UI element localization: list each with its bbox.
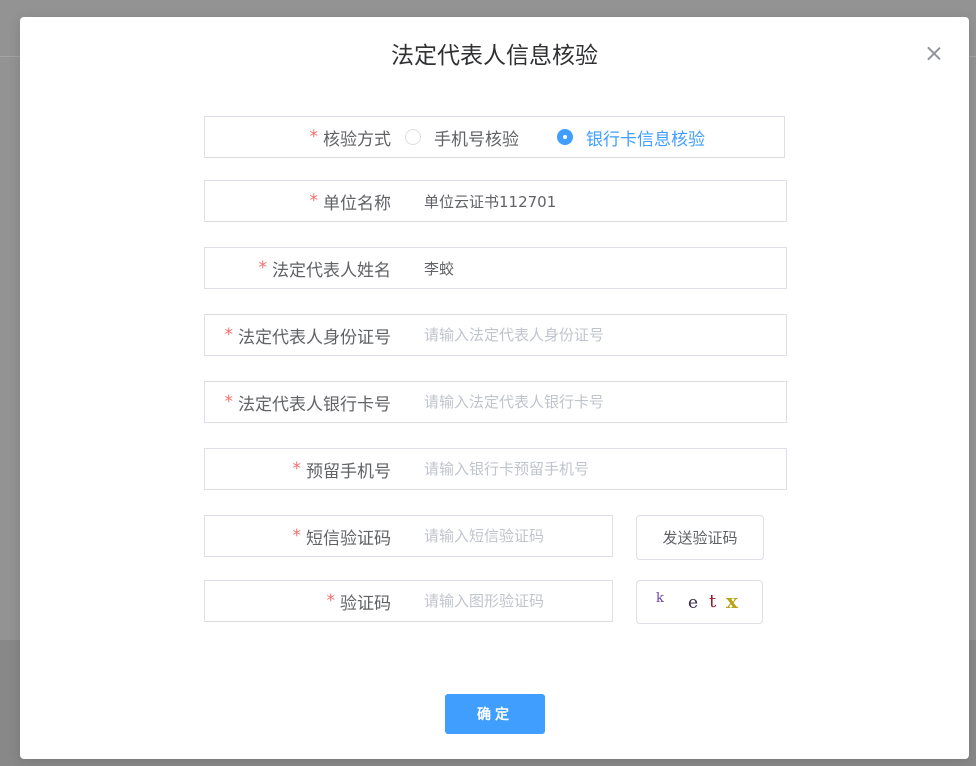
radio-phone-verify[interactable]: 手机号核验 (405, 125, 519, 150)
legal-rep-bank-card-input[interactable] (424, 382, 776, 422)
unit-name-row: * 单位名称 单位云证书112701 (204, 180, 787, 222)
dialog-title: 法定代表人信息核验 (391, 43, 598, 69)
legal-rep-name-label: * 法定代表人姓名 (259, 248, 392, 288)
captcha-input[interactable] (424, 581, 602, 621)
close-icon[interactable] (923, 43, 945, 65)
confirm-button[interactable]: 确定 (445, 694, 545, 734)
sms-code-label-wrap: * 短信验证码 (205, 516, 392, 556)
required-mark: * (326, 591, 336, 611)
radio-phone-verify-label: 手机号核验 (434, 129, 519, 150)
send-code-button[interactable]: 发送验证码 (636, 515, 764, 560)
verify-method-label-wrap: * 核验方式 (205, 117, 392, 157)
unit-name-value: 单位云证书112701 (424, 192, 557, 211)
radio-bank-card-verify[interactable]: 银行卡信息核验 (557, 125, 705, 150)
reserved-phone-input[interactable] (424, 449, 776, 489)
sms-code-input[interactable] (424, 516, 602, 556)
sms-code-label-text: 短信验证码 (306, 528, 391, 549)
legal-rep-bank-card-label: * 法定代表人银行卡号 (225, 382, 392, 422)
verify-method-radio-group: 手机号核验 银行卡信息核验 (405, 117, 705, 157)
required-mark: * (309, 127, 319, 147)
reserved-phone-row: * 预留手机号 (204, 448, 787, 490)
required-mark: * (309, 191, 319, 211)
legal-rep-id-label-text: 法定代表人身份证号 (238, 327, 391, 348)
verify-method-row: * 核验方式 手机号核验 银行卡信息核验 (204, 116, 785, 158)
legal-rep-id-row: * 法定代表人身份证号 (204, 314, 787, 356)
reserved-phone-label-wrap: * 预留手机号 (205, 449, 392, 489)
reserved-phone-label: * 预留手机号 (293, 449, 392, 489)
verify-method-label-text: 核验方式 (323, 129, 391, 150)
sms-code-label: * 短信验证码 (293, 516, 392, 556)
legal-rep-name-label-wrap: * 法定代表人姓名 (205, 248, 392, 288)
unit-name-label: * 单位名称 (310, 181, 392, 221)
unit-name-label-text: 单位名称 (323, 193, 391, 214)
required-mark: * (292, 459, 302, 479)
captcha-label-wrap: * 验证码 (205, 581, 392, 621)
captcha-label: * 验证码 (327, 581, 392, 621)
required-mark: * (292, 526, 302, 546)
captcha-label-text: 验证码 (340, 593, 391, 614)
legal-rep-id-label: * 法定代表人身份证号 (225, 315, 392, 355)
radio-bank-card-verify-label: 银行卡信息核验 (586, 129, 705, 150)
captcha-char-4: x (726, 589, 738, 613)
verification-dialog: 法定代表人信息核验 * 核验方式 手机号核验 银行卡信息核验 * 单位名称 单位… (20, 17, 969, 759)
radio-checked-icon (557, 129, 573, 145)
legal-rep-name-label-text: 法定代表人姓名 (272, 260, 391, 281)
legal-rep-bank-card-label-text: 法定代表人银行卡号 (238, 394, 391, 415)
captcha-char-1: k (656, 591, 664, 606)
captcha-char-2: e (688, 593, 699, 613)
radio-unchecked-icon (405, 129, 421, 145)
captcha-char-3: t (709, 591, 717, 612)
reserved-phone-label-text: 预留手机号 (306, 461, 391, 482)
unit-name-label-wrap: * 单位名称 (205, 181, 392, 221)
legal-rep-name-value: 李蛟 (424, 259, 455, 278)
legal-rep-bank-card-label-wrap: * 法定代表人银行卡号 (205, 382, 392, 422)
captcha-image[interactable]: k e t x (636, 580, 763, 624)
legal-rep-name-row: * 法定代表人姓名 李蛟 (204, 247, 787, 289)
sms-code-row: * 短信验证码 (204, 515, 613, 557)
required-mark: * (224, 392, 234, 412)
verify-method-label: * 核验方式 (310, 117, 392, 157)
legal-rep-id-label-wrap: * 法定代表人身份证号 (205, 315, 392, 355)
required-mark: * (258, 258, 268, 278)
required-mark: * (224, 325, 234, 345)
captcha-row: * 验证码 (204, 580, 613, 622)
legal-rep-id-input[interactable] (424, 315, 776, 355)
legal-rep-bank-card-row: * 法定代表人银行卡号 (204, 381, 787, 423)
